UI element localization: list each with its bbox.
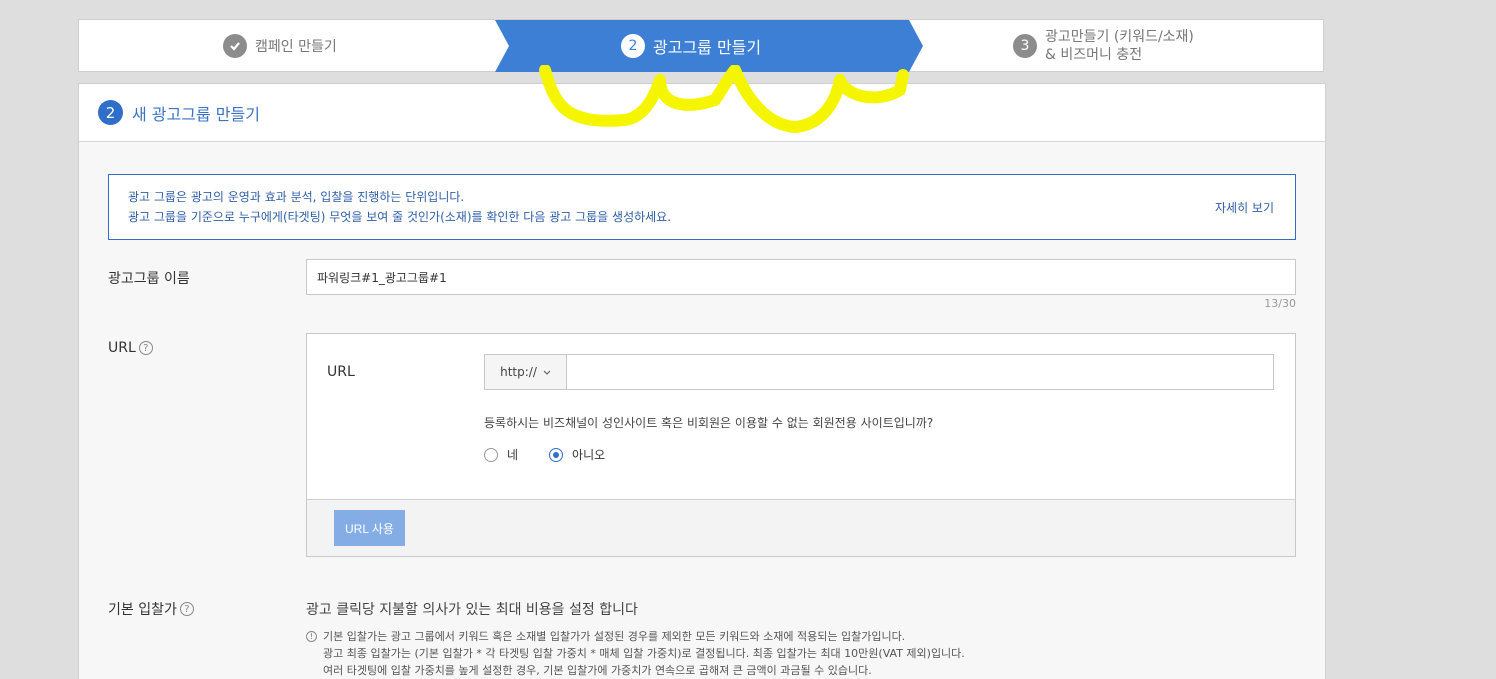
radio-no[interactable]	[549, 447, 564, 462]
step-number: 3	[1013, 33, 1037, 58]
bid-description: 광고 클릭당 지불할 의사가 있는 최대 비용을 설정 합니다	[306, 602, 638, 618]
info-line-1: 광고 그룹은 광고의 운영과 효과 분석, 입찰을 진행하는 단위입니다.	[128, 190, 465, 204]
step-adgroup-label: 광고그룹 만들기	[653, 37, 762, 57]
help-icon[interactable]: ?	[179, 602, 194, 616]
bid-label: 기본 입찰가 ?	[108, 599, 194, 619]
url-label: URL ?	[108, 340, 153, 356]
step-ads-label-line2: & 비즈머니 충전	[1045, 46, 1143, 63]
info-icon: !	[306, 631, 317, 642]
char-counter: 13/30	[1264, 297, 1296, 310]
adgroup-form-panel: 2 새 광고그룹 만들기 광고 그룹은 광고의 운영과 효과 분석, 입찰을 진…	[78, 83, 1326, 679]
radio-yes-label: 네	[507, 448, 519, 462]
url-inner-label: URL	[327, 364, 355, 380]
protocol-select[interactable]: http://	[484, 354, 567, 390]
step-campaign: 캠페인 만들기	[223, 20, 337, 71]
url-label-text: URL	[108, 340, 136, 356]
bid-note-3: 여러 타겟팅에 입찰 가중치를 높게 설정한 경우, 기본 입찰가에 가중치가 …	[323, 664, 872, 677]
more-link[interactable]: 자세히 보기	[1215, 199, 1274, 216]
info-box: 광고 그룹은 광고의 운영과 효과 분석, 입찰을 진행하는 단위입니다. 광고…	[108, 174, 1296, 240]
step-number: 2	[621, 33, 645, 58]
url-footer: URL 사용	[307, 499, 1295, 556]
step-campaign-label: 캠페인 만들기	[255, 38, 337, 55]
page-title: 새 광고그룹 만들기	[132, 104, 260, 124]
adgroup-name-label-text: 광고그룹 이름	[108, 271, 190, 287]
bid-note-2: 광고 최종 입찰가는 (기본 입찰가 * 각 타겟팅 입찰 가중치 * 매체 입…	[323, 647, 965, 660]
info-line-2: 광고 그룹을 기준으로 누구에게(타겟팅) 무엇을 보여 줄 것인가(소재)를 …	[128, 210, 672, 224]
step-ads: 3 광고만들기 (키워드/소재) & 비즈머니 충전	[1013, 20, 1194, 71]
adgroup-name-input[interactable]: 파워링크#1_광고그룹#1	[306, 259, 1296, 295]
adgroup-name-label: 광고그룹 이름	[108, 268, 190, 288]
bid-label-text: 기본 입찰가	[108, 602, 177, 618]
adult-site-question: 등록하시는 비즈채널이 성인사이트 혹은 비회원은 이용할 수 없는 회원전용 …	[484, 416, 934, 430]
adgroup-name-value: 파워링크#1_광고그룹#1	[317, 270, 447, 285]
adult-site-radio-group: 네 아니오	[484, 446, 605, 463]
url-box: URL http:// 등록하시는 비즈채널이 성인사이트 혹은 비회원은 이용…	[306, 333, 1296, 557]
bid-notes: ! 기본 입찰가는 광고 그룹에서 키워드 혹은 소재별 입찰가가 설정된 경우…	[306, 628, 965, 679]
url-input[interactable]	[566, 354, 1274, 390]
annotation-scribble	[539, 65, 909, 133]
bid-note-1: 기본 입찰가는 광고 그룹에서 키워드 혹은 소재별 입찰가가 설정된 경우를 …	[323, 630, 906, 643]
section-number: 2	[98, 100, 123, 125]
url-use-button[interactable]: URL 사용	[334, 510, 405, 546]
protocol-value: http://	[500, 365, 537, 379]
step-adgroup-active: 2 광고그룹 만들기	[495, 20, 923, 72]
radio-yes[interactable]	[484, 447, 498, 462]
chevron-down-icon	[543, 365, 551, 379]
help-icon[interactable]: ?	[138, 341, 153, 355]
radio-no-label: 아니오	[572, 448, 606, 462]
check-icon	[223, 33, 247, 58]
step-ads-label-line1: 광고만들기 (키워드/소재)	[1045, 28, 1194, 45]
